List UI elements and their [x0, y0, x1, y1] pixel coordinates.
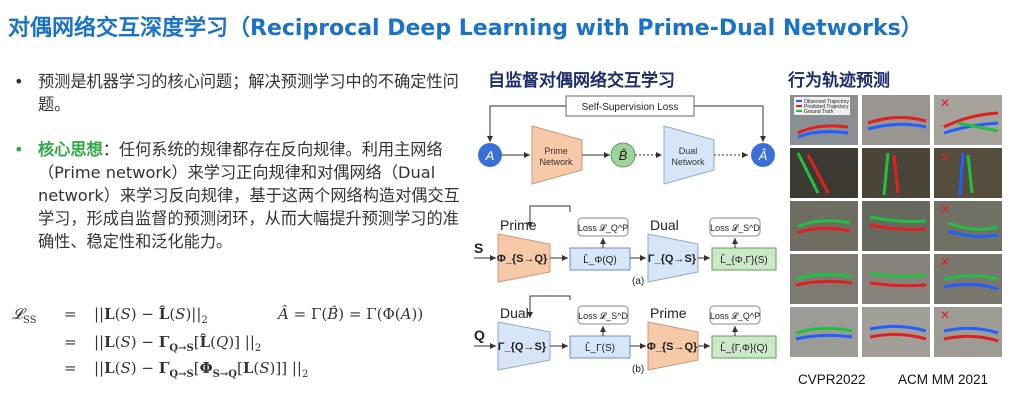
prime-network-label-2: Network [539, 157, 573, 167]
panel-a-phi-label: Φ_{S→Q} [497, 253, 548, 265]
svg-text:✕: ✕ [940, 308, 950, 322]
node-a-label: A [485, 148, 495, 163]
panel-b-tag: (b) [632, 364, 644, 375]
panel-b-loss2: Loss 𝓛_Q^P [710, 311, 760, 321]
eq-lhs: 𝓛SS [12, 305, 37, 326]
trajectory-photo-grid: Observed Trajectory Predicted Trajectory… [790, 95, 1002, 357]
panel-b-input: Q [474, 327, 485, 343]
photo-tile [790, 254, 858, 304]
slide-title: 对偶网络交互深度学习（Reciprocal Deep Learning with… [8, 16, 923, 41]
panel-a-lphi: L̂_Φ(Q) [583, 252, 617, 266]
photo-tile [862, 307, 930, 357]
eq-line-3: ||L(S) − ΓQ→S[ΦS→Q[L(S)]] ||2 [94, 359, 309, 380]
eq-sign-3: = [64, 359, 77, 377]
svg-text:✕: ✕ [940, 202, 950, 216]
eq-line-2: ||L(S) − ΓQ→S[L̂(Q)] ||2 [94, 333, 262, 354]
bullet-dot: • [14, 140, 24, 159]
node-b-hat-label: B̂ [619, 148, 628, 163]
panel-b-gamma-label: Γ_{Q→S} [498, 341, 547, 353]
eq-sign-1: = [64, 305, 77, 323]
svg-text:✕: ✕ [940, 150, 950, 164]
self-supervision-diagram: Self-Supervision Loss A Prime Network B̂… [478, 95, 775, 185]
panel-a-loss1: Loss 𝓛_Q^P [578, 223, 628, 233]
panel-b-lgamma: L̂_Γ(S) [585, 340, 615, 354]
panel-b-prime-label: Prime [650, 305, 687, 321]
dual-network-label-1: Dual [679, 146, 698, 156]
eq-sign-2: = [64, 333, 77, 351]
panel-a-gamma-label: Γ_{Q→S} [648, 253, 697, 265]
bullet-1-text: 预测是机器学习的核心问题；解决预测学习中的不确定性问题。 [38, 72, 459, 114]
eq-line-1: ||L(S) − L̂(S)||2 [94, 305, 208, 326]
svg-text:✕: ✕ [940, 96, 950, 110]
dual-network-label-2: Network [671, 157, 705, 167]
panel-b-phi-label: Φ_{S→Q} [647, 341, 698, 353]
bullet-2: • 核心思想：任何系统的规律都存在反向规律。利用主网络（Prime networ… [12, 138, 467, 253]
bullet-2-highlight: 核心思想 [38, 140, 103, 159]
photo-tile [790, 307, 858, 357]
panel-b-loss1: Loss 𝓛_S^D [578, 311, 628, 321]
node-a-hat-label: Â [758, 148, 768, 163]
photo-tile [790, 148, 858, 198]
photo-tile [862, 254, 930, 304]
panel-b-lgammaphi: L̂_{Γ,Φ}(Q) [720, 340, 767, 354]
photo-tile: ✕ [934, 307, 1002, 357]
panel-a-tag: (a) [632, 276, 644, 287]
eq-right: Â = Γ(B̂) = Γ(Φ(A)) [278, 305, 424, 323]
bullet-1: • 预测是机器学习的核心问题；解决预测学习中的不确定性问题。 [12, 70, 467, 116]
caption-acmmm: ACM MM 2021 [898, 372, 989, 387]
diagram-heading: 自监督对偶网络交互学习 [488, 71, 675, 91]
panel-a-dual-label: Dual [650, 217, 679, 233]
photo-tile [862, 148, 930, 198]
photo-tile: ✕ [934, 95, 1002, 145]
photo-tile [862, 201, 930, 251]
panel-a-input: S [474, 240, 483, 256]
panel-a-loss2: Loss 𝓛_S^D [710, 223, 760, 233]
prime-network-label-1: Prime [544, 146, 568, 156]
photo-tile: Observed Trajectory Predicted Trajectory… [790, 95, 858, 145]
svg-text:✕: ✕ [940, 255, 950, 269]
panel-b-dual-label: Dual [500, 305, 529, 321]
photo-tile: ✕ [934, 254, 1002, 304]
panel-a-diagram: Prime Dual S Φ_{S→Q} Loss 𝓛_Q^P L̂_Φ(Q) … [474, 205, 777, 287]
bullet-dot: • [14, 72, 24, 91]
photo-tile [862, 95, 930, 145]
self-supervision-loss-label: Self-Supervision Loss [582, 102, 679, 113]
equations: 𝓛SS = ||L(S) − L̂(S)||2 Â = Γ(B̂) = Γ(Φ(… [8, 303, 478, 393]
photo-tile: ✕ [934, 148, 1002, 198]
caption-cvpr: CVPR2022 [798, 372, 866, 387]
legend-ground-truth: Ground Truth [804, 109, 834, 115]
panel-a-lphigamma: L̂_{Φ,Γ}(S) [720, 252, 767, 266]
bullet-list: • 预测是机器学习的核心问题；解决预测学习中的不确定性问题。 • 核心思想：任何… [12, 70, 467, 253]
panel-b-diagram: Dual Prime Q Γ_{Q→S} Loss 𝓛_S^D L̂_Γ(S) … [474, 295, 777, 375]
trajectory-heading: 行为轨迹预测 [788, 71, 890, 91]
panel-a-prime-label: Prime [500, 217, 537, 233]
photo-tile [790, 201, 858, 251]
photo-tile: ✕ [934, 201, 1002, 251]
